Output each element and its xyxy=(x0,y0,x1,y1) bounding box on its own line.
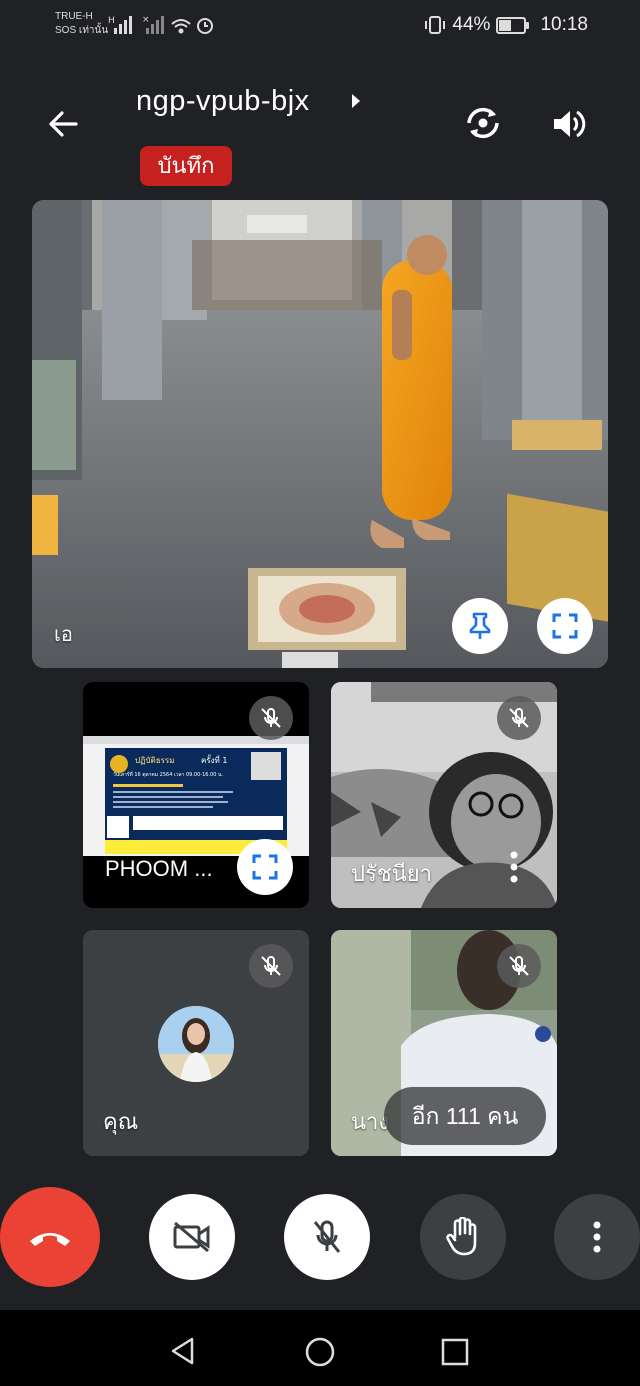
nav-home-icon[interactable] xyxy=(304,1336,336,1368)
shared-screen-slide: ปฏิบัติธรรม ครั้งที่ 1 วันเสาร์ที่ 16 ตุ… xyxy=(83,736,309,856)
mic-off-icon xyxy=(509,708,529,728)
carrier-name: TRUE-H xyxy=(55,11,93,22)
speaker-icon[interactable] xyxy=(550,105,588,143)
avatar-image xyxy=(158,1006,234,1082)
mic-off-badge xyxy=(249,944,293,988)
hangup-button[interactable] xyxy=(0,1187,100,1287)
caret-right-icon[interactable] xyxy=(351,93,361,109)
tile-name-4: นาง xyxy=(351,1109,390,1134)
fullscreen-button[interactable] xyxy=(537,598,593,654)
more-participants-chip[interactable]: อีก 111 คน xyxy=(384,1087,546,1145)
back-arrow-icon[interactable] xyxy=(46,106,82,142)
pin-button[interactable] xyxy=(452,598,508,654)
tile-name-self: คุณ xyxy=(103,1109,139,1134)
mic-off-icon xyxy=(261,708,281,728)
signal-wifi-icons: H × xyxy=(108,15,213,34)
more-vertical-icon xyxy=(593,1221,601,1253)
meeting-code[interactable]: ngp-vpub-bjx xyxy=(136,85,310,118)
carrier-info: TRUE-H SOS เท่านั้น xyxy=(55,10,108,38)
carrier-sos: SOS เท่านั้น xyxy=(55,25,109,36)
slide-title: ปฏิบัติธรรม xyxy=(135,756,174,765)
call-controls xyxy=(0,1186,640,1287)
status-bar: TRUE-H SOS เท่านั้น H × 44% 10:18 xyxy=(0,0,640,50)
more-vertical-icon[interactable] xyxy=(509,850,519,884)
mic-off-badge xyxy=(249,696,293,740)
mic-off-icon xyxy=(509,956,529,976)
svg-text:H: H xyxy=(108,16,115,26)
battery-percent: 44% xyxy=(452,14,491,35)
more-options-button[interactable] xyxy=(554,1194,640,1280)
participant-tile-2[interactable]: ปรัชนียา xyxy=(331,682,557,908)
fullscreen-icon xyxy=(552,613,578,639)
raise-hand-button[interactable] xyxy=(420,1194,506,1280)
mic-toggle-button[interactable] xyxy=(284,1194,370,1280)
mic-off-icon xyxy=(313,1220,341,1253)
main-participant-name: เอ xyxy=(54,624,73,646)
slide-date: วันเสาร์ที่ 16 ตุลาคม 2564 เวลา 09.00-16… xyxy=(113,771,223,778)
camera-rotate-icon[interactable] xyxy=(463,103,503,143)
status-right: 44% 10:18 xyxy=(424,14,588,36)
slide-title-suffix: ครั้งที่ 1 xyxy=(201,754,227,765)
pin-icon xyxy=(469,612,491,639)
mic-off-badge xyxy=(497,944,541,988)
participant-tile-phoom[interactable]: ปฏิบัติธรรม ครั้งที่ 1 วันเสาร์ที่ 16 ตุ… xyxy=(83,682,309,908)
clock: 10:18 xyxy=(540,14,588,35)
mic-off-badge xyxy=(497,696,541,740)
main-video-tile[interactable]: เอ xyxy=(32,200,608,668)
tile-name-phoom: PHOOM ... xyxy=(105,856,213,881)
phone-hangup-icon xyxy=(30,1233,70,1246)
temple-video-frame xyxy=(32,200,608,668)
mic-off-icon xyxy=(261,956,281,976)
video-off-icon xyxy=(173,1221,210,1253)
vibrate-icon xyxy=(425,16,446,34)
tile-name-2: ปรัชนียา xyxy=(351,861,432,886)
avatar xyxy=(158,1006,234,1082)
tile-fullscreen-button[interactable] xyxy=(237,839,293,895)
svg-text:×: × xyxy=(142,15,150,25)
fullscreen-icon xyxy=(252,854,278,880)
recording-badge: บันทึก xyxy=(140,146,232,186)
battery-icon xyxy=(496,16,530,34)
participant-tile-self[interactable]: คุณ xyxy=(83,930,309,1156)
nav-recents-icon[interactable] xyxy=(440,1337,470,1367)
nav-back-icon[interactable] xyxy=(168,1336,198,1366)
camera-toggle-button[interactable] xyxy=(149,1194,235,1280)
system-nav-bar xyxy=(0,1310,640,1386)
hand-icon xyxy=(446,1217,477,1256)
